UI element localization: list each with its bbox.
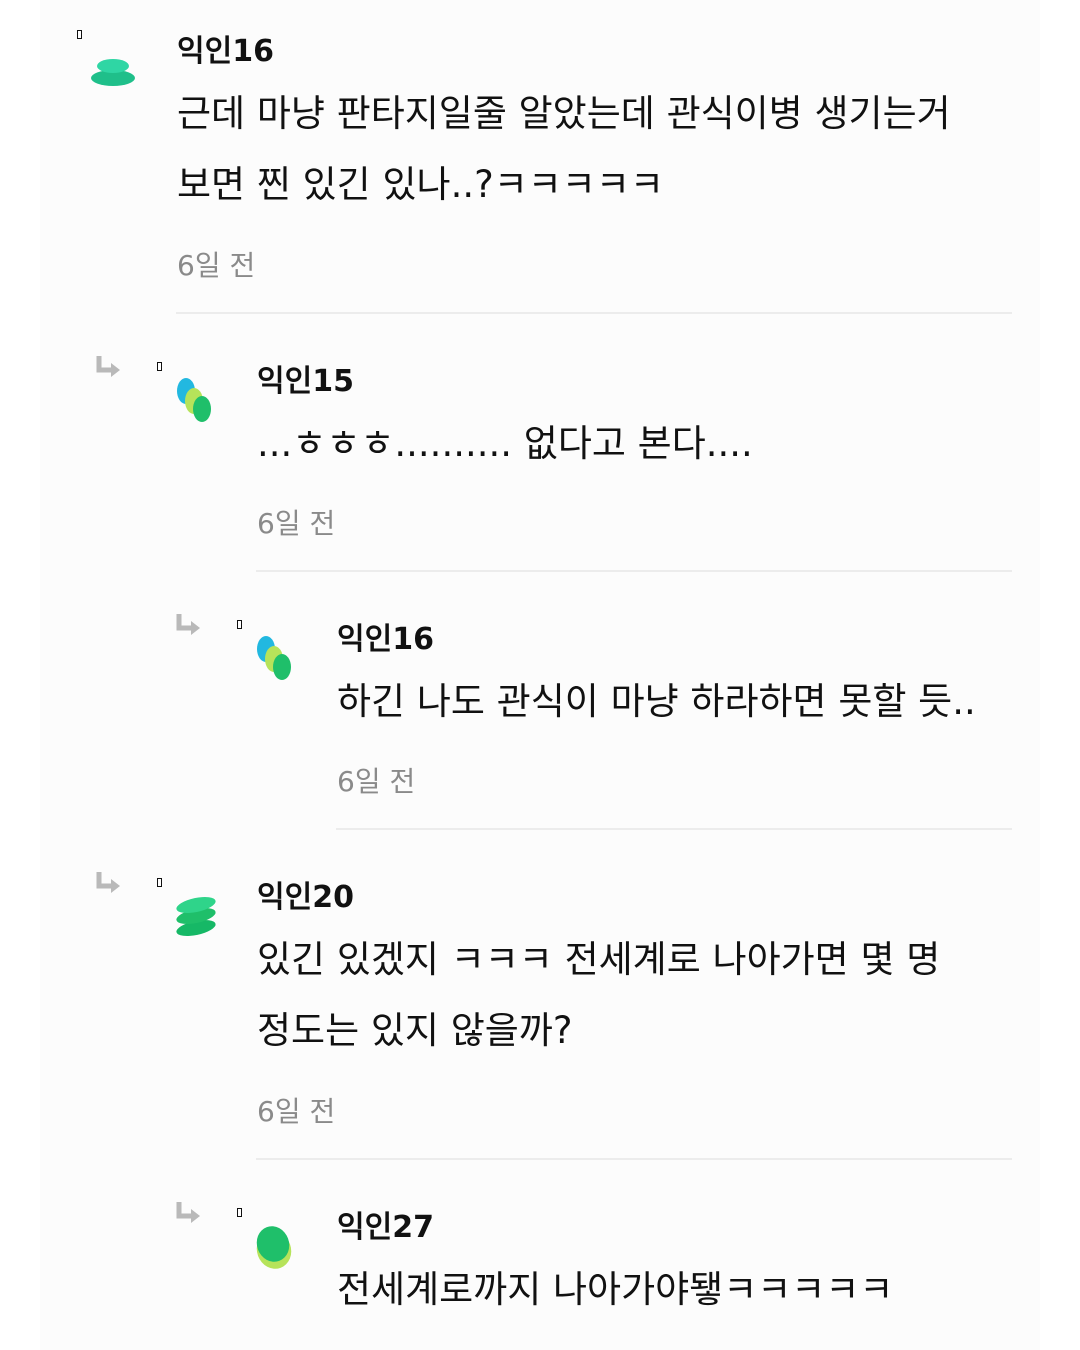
report-icon[interactable]: [157, 878, 162, 887]
divider: [336, 828, 1012, 830]
timestamp: 6일 전: [257, 507, 336, 540]
reply-arrow-icon: [96, 872, 120, 893]
stack-icon: [91, 59, 135, 86]
nickname[interactable]: 익인15: [257, 356, 354, 400]
comment-thread: 익인16 근데 마냥 판타지일줄 알았는데 관식이병 생기는거 보면 찐 있긴 …: [40, 0, 1040, 1350]
report-icon[interactable]: [237, 620, 242, 629]
nickname[interactable]: 익인27: [337, 1202, 434, 1246]
nickname[interactable]: 익인16: [337, 614, 434, 658]
comment-text: 하긴 나도 관식이 마냥 하라하면 못할 듯..: [337, 680, 976, 723]
dots-icon: [177, 378, 211, 422]
timestamp: 6일 전: [257, 1095, 336, 1128]
reply-arrow-icon: [96, 356, 120, 377]
timestamp: 6일 전: [177, 249, 256, 282]
report-icon[interactable]: [237, 1208, 242, 1217]
report-icon[interactable]: [77, 30, 82, 39]
nickname[interactable]: 익인16: [177, 26, 274, 70]
divider: [256, 570, 1012, 572]
reply-arrow-icon: [176, 1202, 200, 1223]
layers-icon: [176, 896, 216, 937]
blob-icon: [256, 1226, 292, 1269]
nickname[interactable]: 익인20: [257, 872, 354, 916]
comment-text: 전세계로까지 나아가야됗ㅋㅋㅋㅋㅋ: [337, 1268, 894, 1311]
comment-text: 있긴 있겠지 ㅋㅋㅋ 전세계로 나아가면 몇 명 정도는 있지 않을까?: [257, 938, 953, 1052]
divider: [256, 1158, 1012, 1160]
report-icon[interactable]: [157, 362, 162, 371]
comment-text: 근데 마냥 판타지일줄 알았는데 관식이병 생기는거 보면 찐 있긴 있나..?…: [177, 92, 963, 206]
dots-icon: [257, 636, 291, 680]
divider: [176, 312, 1012, 314]
comment-text: ...ㅎㅎㅎ.......... 없다고 본다....: [257, 422, 753, 465]
reply-arrow-icon: [176, 614, 200, 635]
timestamp: 6일 전: [337, 765, 416, 798]
